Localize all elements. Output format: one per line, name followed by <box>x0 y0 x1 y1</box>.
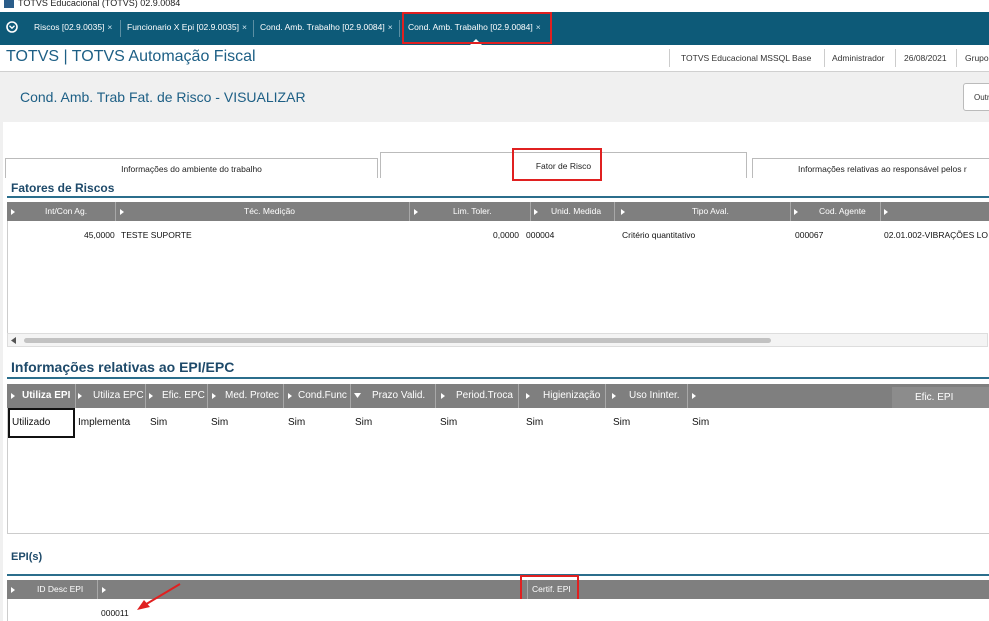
riscos-grid-body: 45,0000 TESTE SUPORTE 0,0000 000004 Crit… <box>7 221 989 333</box>
sort-down-icon[interactable] <box>354 393 361 398</box>
app-header: TOTVS | TOTVS Automação Fiscal TOTVS Edu… <box>0 45 989 72</box>
tab-bar: Riscos [02.9.0035] × Funcionario X Epi [0… <box>0 12 989 45</box>
epi-epc-grid-header: Utiliza EPI Utiliza EPC Efic. EPC Med. P… <box>7 384 989 408</box>
section-divider <box>7 196 989 198</box>
section-title-epis: EPI(s) <box>11 551 43 563</box>
current-date: 26/08/2021 <box>904 53 947 63</box>
page-title: Cond. Amb. Trab Fat. de Risco - VISUALIZ… <box>20 89 306 105</box>
cell-utiliza-epi[interactable]: Utilizado <box>12 417 50 428</box>
scrollbar-thumb[interactable] <box>24 338 771 343</box>
col-prazo-valid[interactable]: Prazo Valid. <box>372 384 425 408</box>
col-lim-toler[interactable]: Lim. Toler. <box>453 202 492 221</box>
app-title: TOTVS | TOTVS Automação Fiscal <box>6 48 256 65</box>
cell-med-protec[interactable]: Sim <box>211 417 228 428</box>
tab-label: Funcionario X Epi [02.9.0035] <box>127 22 239 32</box>
col-period-troca[interactable]: Period.Troca <box>456 384 513 408</box>
horizontal-scrollbar[interactable] <box>7 333 988 347</box>
cell-tipo-aval[interactable]: Critério quantitativo <box>622 230 695 240</box>
cell-cod-agente[interactable]: 000067 <box>795 230 823 240</box>
section-title-epi-epc: Informações relativas ao EPI/EPC <box>11 359 235 375</box>
cell-id-desc-epi[interactable]: 000011 <box>101 608 129 618</box>
tab-label: Cond. Amb. Trabalho [02.9.0084] <box>260 22 385 32</box>
cell-efic-epi[interactable]: Sim <box>692 417 709 428</box>
cell-unid-medida[interactable]: 000004 <box>526 230 554 240</box>
col-id-desc-epi[interactable]: ID Desc EPI <box>37 580 83 599</box>
cell-descricao-agente[interactable]: 02.01.002-VIBRAÇÕES LO <box>884 230 988 240</box>
cell-int-con-ag[interactable]: 45,0000 <box>84 230 115 240</box>
col-med-protec[interactable]: Med. Protec <box>225 384 279 408</box>
cell-prazo-valid[interactable]: Sim <box>355 417 372 428</box>
col-efic-epi[interactable]: Efic. EPI <box>915 387 953 408</box>
col-efic-epc[interactable]: Efic. EPC <box>162 384 205 408</box>
section-divider <box>7 574 989 576</box>
user-name[interactable]: Administrador <box>832 53 884 63</box>
col-cod-agente[interactable]: Cod. Agente <box>819 202 866 221</box>
cell-utiliza-epc[interactable]: Implementa <box>78 417 130 428</box>
col-cond-func[interactable]: Cond.Func <box>298 384 347 408</box>
col-uso-ininter[interactable]: Uso Ininter. <box>629 384 680 408</box>
close-icon[interactable]: × <box>388 22 393 32</box>
col-utiliza-epi[interactable]: Utiliza EPI <box>22 384 70 408</box>
window-title: TOTVS Educacional (TOTVS) 02.9.0084 <box>18 0 181 8</box>
scroll-left-icon[interactable] <box>11 337 17 344</box>
cell-period-troca[interactable]: Sim <box>440 417 457 428</box>
section-title-fatores-riscos: Fatores de Riscos <box>11 181 115 195</box>
cell-higienizacao[interactable]: Sim <box>526 417 543 428</box>
cell-tec-medicao[interactable]: TESTE SUPORTE <box>121 230 192 240</box>
col-tec-medicao[interactable]: Téc. Medição <box>244 202 295 221</box>
tab-informacoes-ambiente[interactable]: Informações do ambiente do trabalho <box>5 158 378 178</box>
col-higienizacao[interactable]: Higienização <box>543 384 600 408</box>
col-unid-medida[interactable]: Unid. Medida <box>551 202 601 221</box>
close-icon[interactable]: × <box>242 22 247 32</box>
col-utiliza-epc[interactable]: Utiliza EPC <box>93 384 144 408</box>
app-icon <box>4 0 14 8</box>
menu-icon[interactable] <box>6 21 18 33</box>
tab-label: Riscos [02.9.0035] <box>34 22 105 32</box>
col-int-con-ag[interactable]: Int/Con Ag. <box>45 202 87 221</box>
annotation-arrow-icon <box>137 583 181 610</box>
highlight-box-active-tab <box>402 12 552 44</box>
cell-cond-func[interactable]: Sim <box>288 417 305 428</box>
close-icon[interactable]: × <box>107 22 112 32</box>
other-actions-button[interactable]: Outr <box>963 83 989 111</box>
tab-informacoes-responsavel[interactable]: Informações relativas ao responsável pel… <box>752 158 989 178</box>
cell-efic-epc[interactable]: Sim <box>150 417 167 428</box>
database-name: TOTVS Educacional MSSQL Base <box>681 53 812 63</box>
cell-uso-ininter[interactable]: Sim <box>613 417 630 428</box>
tab-riscos[interactable]: Riscos [02.9.0035] × <box>34 12 112 45</box>
tab-cond-amb-trabalho[interactable]: Cond. Amb. Trabalho [02.9.0084] × <box>260 12 393 45</box>
riscos-grid-header: Int/Con Ag. Téc. Medição Lim. Toler. Uni… <box>7 202 989 221</box>
window-titlebar: TOTVS Educacional (TOTVS) 02.9.0084 <box>0 0 989 12</box>
section-divider <box>7 377 989 379</box>
epi-epc-grid-body: Utilizado Implementa Sim Sim Sim Sim Sim… <box>7 408 989 534</box>
highlight-box-fator-de-risco <box>512 148 602 181</box>
col-tipo-aval[interactable]: Tipo Aval. <box>692 202 729 221</box>
group-name[interactable]: Grupo <box>965 53 989 63</box>
cell-lim-toler[interactable]: 0,0000 <box>493 230 519 240</box>
tab-funcionario-x-epi[interactable]: Funcionario X Epi [02.9.0035] × <box>127 12 247 45</box>
